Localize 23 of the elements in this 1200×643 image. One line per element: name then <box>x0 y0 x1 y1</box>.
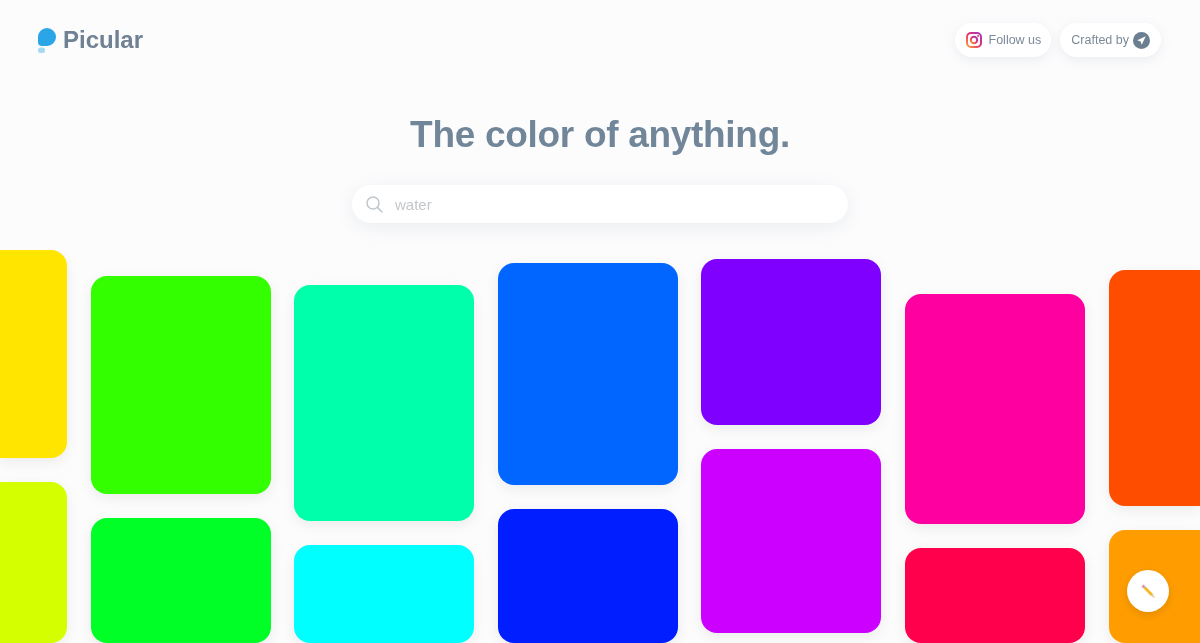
color-tile[interactable] <box>90 517 271 643</box>
color-tile[interactable] <box>0 250 67 458</box>
search-icon <box>366 196 383 213</box>
color-tile[interactable] <box>0 481 67 643</box>
pencil-icon <box>1140 583 1156 599</box>
page-headline: The color of anything. <box>410 113 790 157</box>
color-tile[interactable] <box>90 276 271 494</box>
color-tile[interactable] <box>497 263 678 485</box>
paper-plane-icon <box>1133 31 1150 49</box>
color-tile[interactable] <box>701 448 882 633</box>
color-tile[interactable] <box>294 544 475 643</box>
instagram-icon <box>965 32 982 48</box>
color-tile[interactable] <box>701 259 882 425</box>
logo-icon <box>38 27 56 53</box>
color-tile[interactable] <box>904 547 1085 643</box>
color-tile[interactable] <box>1108 270 1200 506</box>
follow-button[interactable]: Follow us <box>954 23 1052 57</box>
color-tile[interactable] <box>294 285 475 521</box>
search-field[interactable]: water <box>352 185 848 223</box>
color-tile[interactable] <box>497 508 678 643</box>
color-tile[interactable] <box>904 294 1085 524</box>
crafted-by-button[interactable]: Crafted by <box>1060 23 1161 57</box>
logo-text[interactable]: Picular <box>63 28 144 52</box>
